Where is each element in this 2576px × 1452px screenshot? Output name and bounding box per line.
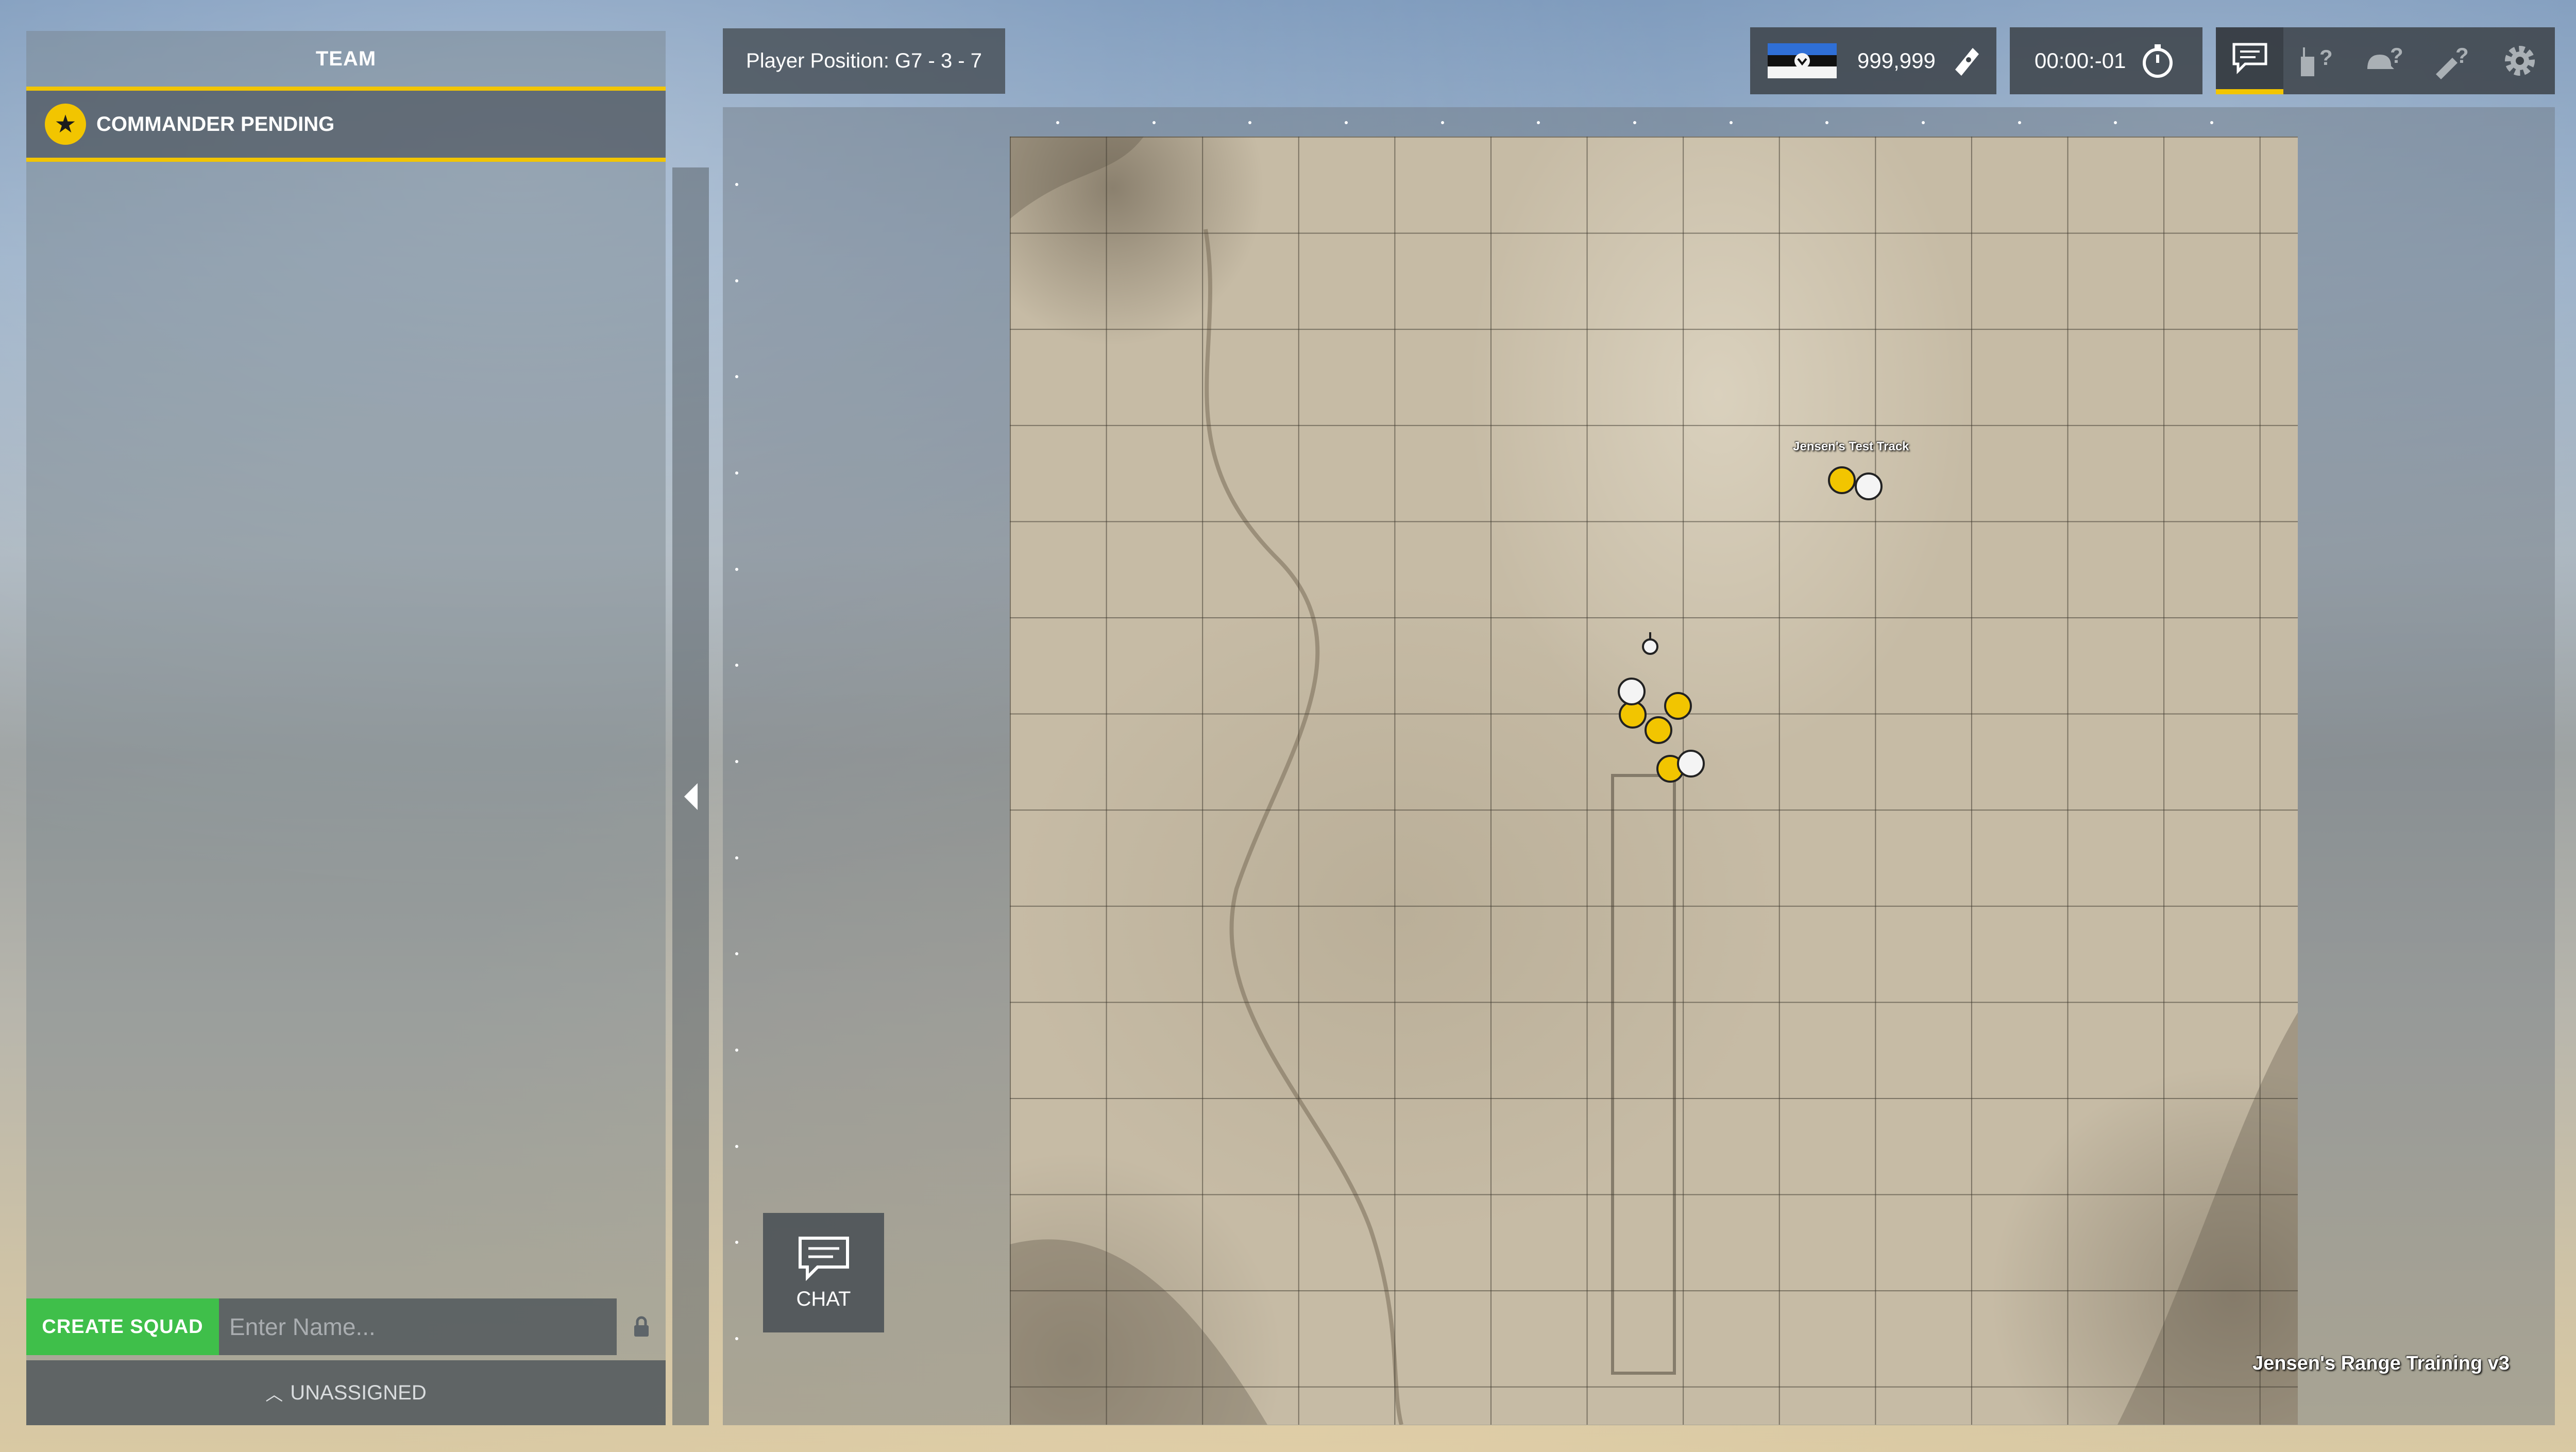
squad-name-input[interactable] <box>219 1298 617 1355</box>
base-marker[interactable] <box>1645 716 1672 744</box>
map-view[interactable]: Jensen's Test Track <box>1010 137 2298 1425</box>
base-marker[interactable] <box>1664 692 1692 720</box>
collapse-panel-button[interactable] <box>672 167 709 1425</box>
radio-help-icon: ? <box>2300 45 2333 76</box>
commander-row[interactable]: ★ COMMANDER PENDING <box>26 87 666 162</box>
unassigned-label: UNASSIGNED <box>290 1381 427 1404</box>
tickets-count: 999,999 <box>1857 48 1936 73</box>
chat-icon <box>798 1236 849 1281</box>
match-timer: 00:00:-01 <box>2035 48 2126 73</box>
create-squad-bar: CREATE SQUAD <box>26 1298 666 1355</box>
helmet-help-icon: ? <box>2367 43 2403 69</box>
chat-icon <box>2232 43 2267 75</box>
commander-label: COMMANDER PENDING <box>96 112 335 136</box>
timer-box: 00:00:-01 <box>2010 27 2202 94</box>
create-squad-button[interactable]: CREATE SQUAD <box>26 1298 219 1355</box>
chevron-up-icon: ︿ <box>265 1385 283 1405</box>
star-icon: ★ <box>45 104 86 145</box>
map-ruler-left <box>735 183 738 1340</box>
helmet-help-button[interactable]: ? <box>2351 27 2418 94</box>
svg-text:?: ? <box>2390 43 2403 67</box>
test-track-marker[interactable] <box>1855 472 1883 500</box>
settings-icon <box>2504 46 2535 76</box>
player-position: Player Position: G7 - 3 - 7 <box>723 28 1005 94</box>
lock-icon[interactable] <box>617 1298 666 1355</box>
map-ruler-top <box>1056 121 2213 124</box>
svg-text:?: ? <box>2455 43 2469 67</box>
map-name: Jensen's Range Training v3 <box>2252 1353 2510 1374</box>
radio-help-button[interactable]: ? <box>2283 27 2351 94</box>
unassigned-toggle[interactable]: ︿ UNASSIGNED <box>26 1360 666 1425</box>
poi-label: Jensen's Test Track <box>1793 440 1909 453</box>
team-panel: TEAM ★ COMMANDER PENDING CREATE SQUAD ︿ … <box>26 31 666 1425</box>
player-marker-icon <box>1642 632 1658 655</box>
base-marker[interactable] <box>1677 750 1705 778</box>
arrow-left-icon <box>684 783 698 810</box>
chat-button[interactable]: CHAT <box>763 1213 884 1332</box>
base-marker[interactable] <box>1618 678 1646 705</box>
team-title: TEAM <box>315 47 377 70</box>
toolbar: ? ? ? <box>2216 27 2555 94</box>
chat-button-label: CHAT <box>796 1287 851 1310</box>
stopwatch-icon <box>2143 44 2173 78</box>
svg-text:?: ? <box>2319 45 2333 70</box>
rocket-help-button[interactable]: ? <box>2418 27 2486 94</box>
faction-flag-icon <box>1768 43 1837 78</box>
settings-button[interactable] <box>2486 27 2553 94</box>
map-grid <box>1010 137 2298 1425</box>
tickets-box: 999,999 <box>1750 27 1996 94</box>
rocket-help-icon: ? <box>2435 43 2469 79</box>
ticket-icon <box>1955 48 1979 76</box>
test-track-marker[interactable] <box>1828 466 1856 494</box>
chat-toggle-button[interactable] <box>2216 27 2283 94</box>
